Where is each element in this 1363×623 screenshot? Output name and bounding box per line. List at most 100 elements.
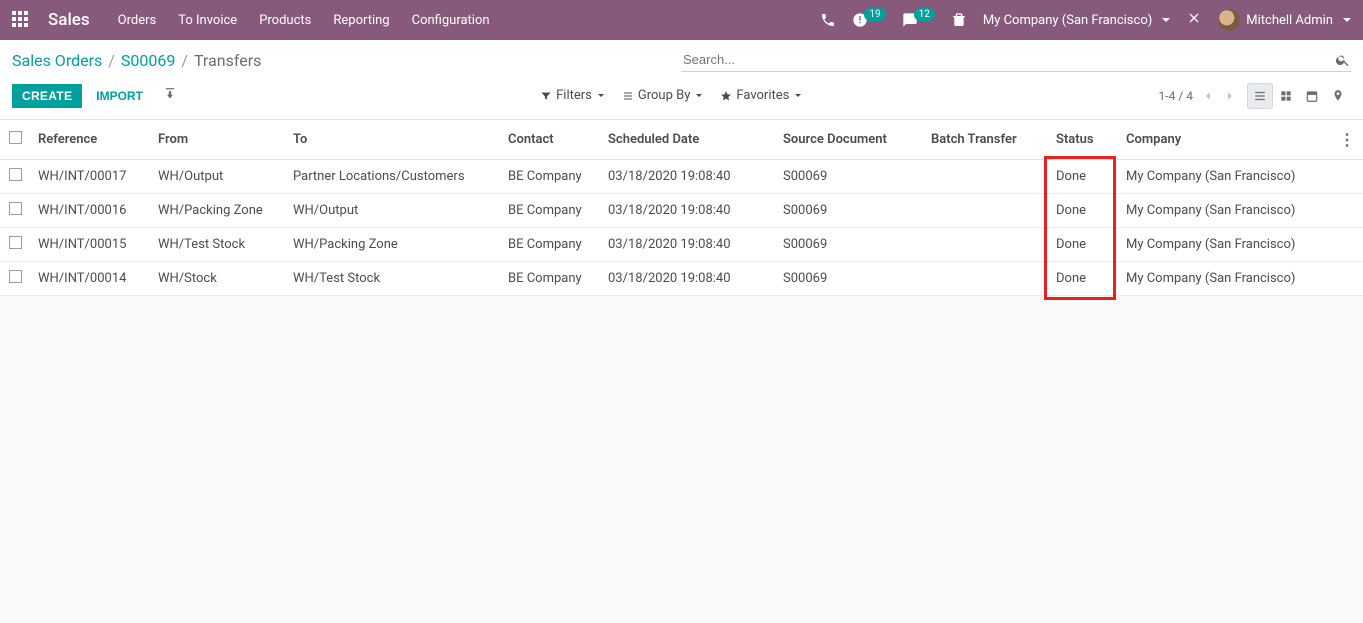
col-company[interactable]: Company <box>1118 120 1331 160</box>
col-to[interactable]: To <box>285 120 500 160</box>
cell-to: WH/Test Stock <box>285 262 500 296</box>
view-kanban-icon[interactable] <box>1273 83 1299 109</box>
activities-icon[interactable]: 19 <box>852 12 885 28</box>
cell-source: S00069 <box>775 194 923 228</box>
cell-reference: WH/INT/00014 <box>30 262 150 296</box>
cell-status: Done <box>1048 228 1118 262</box>
menu-products[interactable]: Products <box>259 13 311 28</box>
pager: 1-4 / 4 <box>1159 89 1237 103</box>
breadcrumb-sales-orders[interactable]: Sales Orders <box>12 51 102 70</box>
cell-company: My Company (San Francisco) <box>1118 194 1331 228</box>
col-reference[interactable]: Reference <box>30 120 150 160</box>
select-all-checkbox[interactable] <box>9 131 22 144</box>
cell-contact: BE Company <box>500 194 600 228</box>
cell-source: S00069 <box>775 262 923 296</box>
apps-icon[interactable] <box>12 11 30 29</box>
download-icon[interactable] <box>157 82 183 109</box>
search-icon[interactable] <box>1335 52 1351 68</box>
cell-scheduled: 03/18/2020 19:08:40 <box>600 262 775 296</box>
table-row[interactable]: WH/INT/00015WH/Test StockWH/Packing Zone… <box>0 228 1363 262</box>
company-name: My Company (San Francisco) <box>983 13 1152 28</box>
filters-label: Filters <box>556 88 592 103</box>
menu-orders[interactable]: Orders <box>118 13 157 28</box>
row-checkbox[interactable] <box>9 168 22 181</box>
favorites-button[interactable]: Favorites <box>720 88 801 103</box>
transfers-table: Reference From To Contact Scheduled Date… <box>0 120 1363 296</box>
module-brand[interactable]: Sales <box>48 10 90 30</box>
cell-status: Done <box>1048 160 1118 194</box>
view-list-icon[interactable] <box>1247 83 1273 109</box>
col-scheduled[interactable]: Scheduled Date <box>600 120 775 160</box>
breadcrumb-order[interactable]: S00069 <box>121 51 175 70</box>
activities-badge: 19 <box>864 8 885 21</box>
cell-from: WH/Output <box>150 160 285 194</box>
col-source[interactable]: Source Document <box>775 120 923 160</box>
cell-to: WH/Packing Zone <box>285 228 500 262</box>
user-name: Mitchell Admin <box>1246 13 1333 28</box>
col-status[interactable]: Status <box>1048 120 1118 160</box>
cell-status: Done <box>1048 262 1118 296</box>
pager-prev-icon[interactable] <box>1201 89 1215 103</box>
close-icon[interactable] <box>1186 10 1202 30</box>
group-by-button[interactable]: Group By <box>622 88 703 103</box>
cell-status: Done <box>1048 194 1118 228</box>
avatar <box>1218 9 1240 31</box>
cell-from: WH/Test Stock <box>150 228 285 262</box>
view-switcher <box>1247 83 1351 109</box>
cell-contact: BE Company <box>500 228 600 262</box>
tray-icon[interactable] <box>951 12 967 28</box>
table-row[interactable]: WH/INT/00017WH/OutputPartner Locations/C… <box>0 160 1363 194</box>
menu-reporting[interactable]: Reporting <box>333 13 389 28</box>
discuss-icon[interactable]: 12 <box>902 12 935 28</box>
cell-scheduled: 03/18/2020 19:08:40 <box>600 194 775 228</box>
cell-batch <box>923 194 1048 228</box>
col-contact[interactable]: Contact <box>500 120 600 160</box>
cell-source: S00069 <box>775 228 923 262</box>
col-batch[interactable]: Batch Transfer <box>923 120 1048 160</box>
table-row[interactable]: WH/INT/00016WH/Packing ZoneWH/OutputBE C… <box>0 194 1363 228</box>
cell-company: My Company (San Francisco) <box>1118 160 1331 194</box>
col-from[interactable]: From <box>150 120 285 160</box>
row-checkbox[interactable] <box>9 236 22 249</box>
import-button[interactable]: IMPORT <box>86 84 153 108</box>
cell-to: Partner Locations/Customers <box>285 160 500 194</box>
breadcrumb-current: Transfers <box>194 51 261 70</box>
row-checkbox[interactable] <box>9 270 22 283</box>
create-button[interactable]: CREATE <box>12 84 82 108</box>
cell-reference: WH/INT/00016 <box>30 194 150 228</box>
pager-next-icon[interactable] <box>1223 89 1237 103</box>
cell-contact: BE Company <box>500 262 600 296</box>
breadcrumb: Sales Orders / S00069 / Transfers <box>12 51 261 70</box>
cell-reference: WH/INT/00017 <box>30 160 150 194</box>
cell-from: WH/Stock <box>150 262 285 296</box>
cell-company: My Company (San Francisco) <box>1118 228 1331 262</box>
top-navbar: Sales Orders To Invoice Products Reporti… <box>0 0 1363 40</box>
cell-scheduled: 03/18/2020 19:08:40 <box>600 228 775 262</box>
row-checkbox[interactable] <box>9 202 22 215</box>
cell-company: My Company (San Francisco) <box>1118 262 1331 296</box>
cell-batch <box>923 262 1048 296</box>
cell-to: WH/Output <box>285 194 500 228</box>
filters-button[interactable]: Filters <box>540 88 604 103</box>
group-by-label: Group By <box>638 88 691 103</box>
menu-to-invoice[interactable]: To Invoice <box>178 13 237 28</box>
discuss-badge: 12 <box>914 8 935 21</box>
table-header-row: Reference From To Contact Scheduled Date… <box>0 120 1363 160</box>
menu-configuration[interactable]: Configuration <box>412 13 490 28</box>
cell-scheduled: 03/18/2020 19:08:40 <box>600 160 775 194</box>
view-map-icon[interactable] <box>1325 83 1351 109</box>
table-options-icon[interactable]: ⋮ <box>1339 130 1355 149</box>
cell-from: WH/Packing Zone <box>150 194 285 228</box>
user-menu[interactable]: Mitchell Admin <box>1218 9 1351 31</box>
pager-text: 1-4 / 4 <box>1159 89 1193 103</box>
table-row[interactable]: WH/INT/00014WH/StockWH/Test StockBE Comp… <box>0 262 1363 296</box>
search-input[interactable] <box>681 48 1335 71</box>
company-switcher[interactable]: My Company (San Francisco) <box>983 13 1170 28</box>
cell-contact: BE Company <box>500 160 600 194</box>
view-calendar-icon[interactable] <box>1299 83 1325 109</box>
favorites-label: Favorites <box>736 88 789 103</box>
search-bar <box>681 48 1351 72</box>
phone-icon[interactable] <box>820 12 836 28</box>
top-menu: Orders To Invoice Products Reporting Con… <box>118 13 490 28</box>
cell-reference: WH/INT/00015 <box>30 228 150 262</box>
